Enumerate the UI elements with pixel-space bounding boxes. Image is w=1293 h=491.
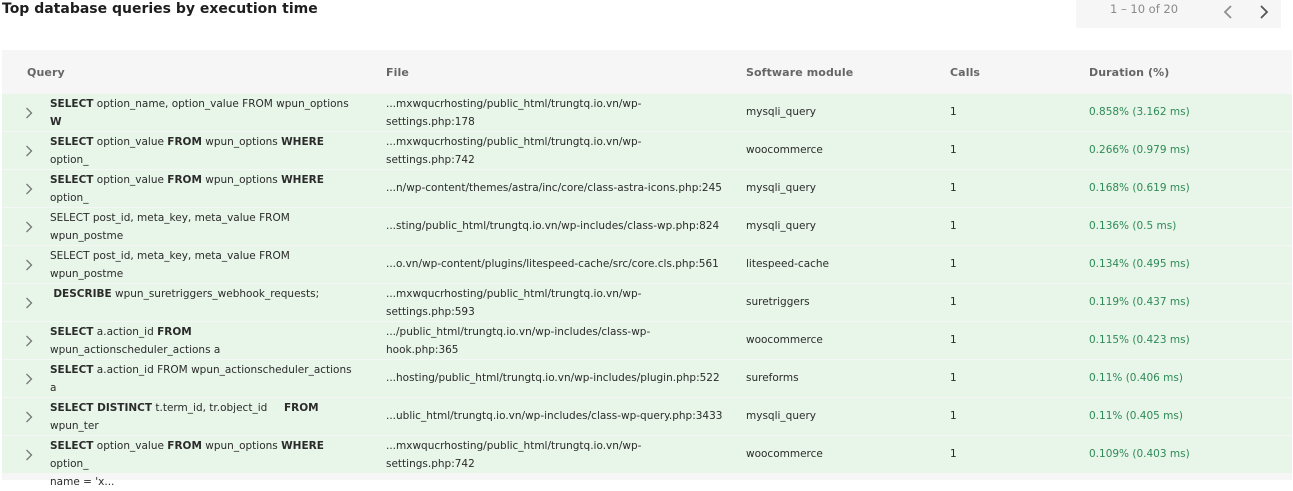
- module-cell: litespeed-cache: [746, 258, 830, 270]
- chevron-right-icon: [26, 449, 33, 461]
- chevron-right-icon: [26, 221, 33, 233]
- module-cell: mysqli_query: [746, 410, 816, 422]
- module-cell: mysqli_query: [746, 182, 816, 194]
- chevron-right-icon: [26, 335, 33, 347]
- chevron-right-icon: [1260, 5, 1269, 19]
- module-cell: woocommerce: [746, 334, 823, 346]
- expand-row-button[interactable]: [25, 145, 35, 157]
- file-cell: ...sting/public_html/trungtq.io.vn/wp-in…: [386, 220, 720, 232]
- table-header: Query File Software module Calls Duratio…: [2, 50, 1292, 94]
- expand-row-button[interactable]: [25, 107, 35, 119]
- queries-table: Query File Software module Calls Duratio…: [2, 50, 1292, 488]
- duration-cell: 0.168% (0.619 ms): [1089, 182, 1190, 194]
- duration-cell: 0.136% (0.5 ms): [1089, 220, 1177, 232]
- file-cell: ...ublic_html/trungtq.io.vn/wp-includes/…: [386, 410, 723, 422]
- file-cell: ...n/wp-content/themes/astra/inc/core/cl…: [386, 182, 722, 194]
- table-row[interactable]: SELECT a.action_id FROM wpun_actionsched…: [2, 322, 1292, 374]
- file-cell: .../public_html/trungtq.io.vn/wp-include…: [386, 326, 651, 356]
- chevron-right-icon: [26, 411, 33, 423]
- file-cell: ...mxwqucrhosting/public_html/trungtq.io…: [386, 440, 642, 470]
- module-cell: suretriggers: [746, 296, 810, 308]
- calls-cell: 1: [950, 258, 957, 270]
- column-header-file[interactable]: File: [386, 66, 409, 79]
- expand-row-button[interactable]: [25, 183, 35, 195]
- file-cell: ...mxwqucrhosting/public_html/trungtq.io…: [386, 288, 642, 318]
- file-cell: ...hosting/public_html/trungtq.io.vn/wp-…: [386, 372, 720, 384]
- next-page-button[interactable]: [1252, 0, 1276, 24]
- duration-cell: 0.266% (0.979 ms): [1089, 144, 1190, 156]
- table-row[interactable]: DESCRIBE wpun_suretriggers_webhook_reque…: [2, 284, 1292, 321]
- table-row[interactable]: SELECT post_id, meta_key, meta_value FRO…: [2, 208, 1292, 260]
- calls-cell: 1: [950, 220, 957, 232]
- page-title: Top database queries by execution time: [2, 1, 318, 17]
- module-cell: woocommerce: [746, 448, 823, 460]
- query-cell: DESCRIBE wpun_suretriggers_webhook_reque…: [53, 288, 320, 300]
- table-row[interactable]: SELECT option_name, option_value FROM wp…: [2, 94, 1292, 146]
- table-row[interactable]: SELECT DISTINCT t.term_id, tr.object_id …: [2, 398, 1292, 450]
- calls-cell: 1: [950, 410, 957, 422]
- module-cell: mysqli_query: [746, 220, 816, 232]
- chevron-right-icon: [26, 183, 33, 195]
- file-cell: ...mxwqucrhosting/public_html/trungtq.io…: [386, 98, 642, 128]
- duration-cell: 0.109% (0.403 ms): [1089, 448, 1190, 460]
- table-row[interactable]: SELECT option_value FROM wpun_options WH…: [2, 132, 1292, 184]
- table-row[interactable]: SELECT option_value FROM wpun_options WH…: [2, 436, 1292, 488]
- calls-cell: 1: [950, 106, 957, 118]
- chevron-right-icon: [26, 145, 33, 157]
- calls-cell: 1: [950, 182, 957, 194]
- table-row[interactable]: SELECT option_value FROM wpun_options WH…: [2, 170, 1292, 222]
- expand-row-button[interactable]: [25, 259, 35, 271]
- header: Top database queries by execution time 1…: [0, 0, 1293, 50]
- chevron-right-icon: [26, 297, 33, 309]
- expand-row-button[interactable]: [25, 449, 35, 461]
- calls-cell: 1: [950, 448, 957, 460]
- expand-row-button[interactable]: [25, 373, 35, 385]
- calls-cell: 1: [950, 296, 957, 308]
- expand-row-button[interactable]: [25, 221, 35, 233]
- pagination-range: 1 – 10 of 20: [1110, 2, 1179, 16]
- calls-cell: 1: [950, 334, 957, 346]
- chevron-left-icon: [1223, 5, 1232, 19]
- calls-cell: 1: [950, 144, 957, 156]
- pagination: 1 – 10 of 20: [1076, 0, 1281, 28]
- module-cell: woocommerce: [746, 144, 823, 156]
- duration-cell: 0.134% (0.495 ms): [1089, 258, 1190, 270]
- module-cell: mysqli_query: [746, 106, 816, 118]
- module-cell: sureforms: [746, 372, 799, 384]
- table-body: SELECT option_name, option_value FROM wp…: [2, 94, 1292, 488]
- table-row[interactable]: SELECT post_id, meta_key, meta_value FRO…: [2, 246, 1292, 298]
- table-row[interactable]: SELECT a.action_id FROM wpun_actionsched…: [2, 360, 1292, 412]
- duration-cell: 0.11% (0.405 ms): [1089, 410, 1183, 422]
- column-header-query[interactable]: Query: [27, 66, 65, 79]
- column-header-duration[interactable]: Duration (%): [1089, 66, 1169, 79]
- calls-cell: 1: [950, 372, 957, 384]
- duration-cell: 0.11% (0.406 ms): [1089, 372, 1183, 384]
- expand-row-button[interactable]: [25, 411, 35, 423]
- column-header-module[interactable]: Software module: [746, 66, 853, 79]
- file-cell: ...o.vn/wp-content/plugins/litespeed-cac…: [386, 258, 719, 270]
- duration-cell: 0.119% (0.437 ms): [1089, 296, 1190, 308]
- expand-row-button[interactable]: [25, 297, 35, 309]
- chevron-right-icon: [26, 259, 33, 271]
- column-header-calls[interactable]: Calls: [950, 66, 980, 79]
- duration-cell: 0.858% (3.162 ms): [1089, 106, 1190, 118]
- chevron-right-icon: [26, 107, 33, 119]
- duration-cell: 0.115% (0.423 ms): [1089, 334, 1190, 346]
- file-cell: ...mxwqucrhosting/public_html/trungtq.io…: [386, 136, 642, 166]
- prev-page-button[interactable]: [1216, 0, 1240, 24]
- chevron-right-icon: [26, 373, 33, 385]
- expand-row-button[interactable]: [25, 335, 35, 347]
